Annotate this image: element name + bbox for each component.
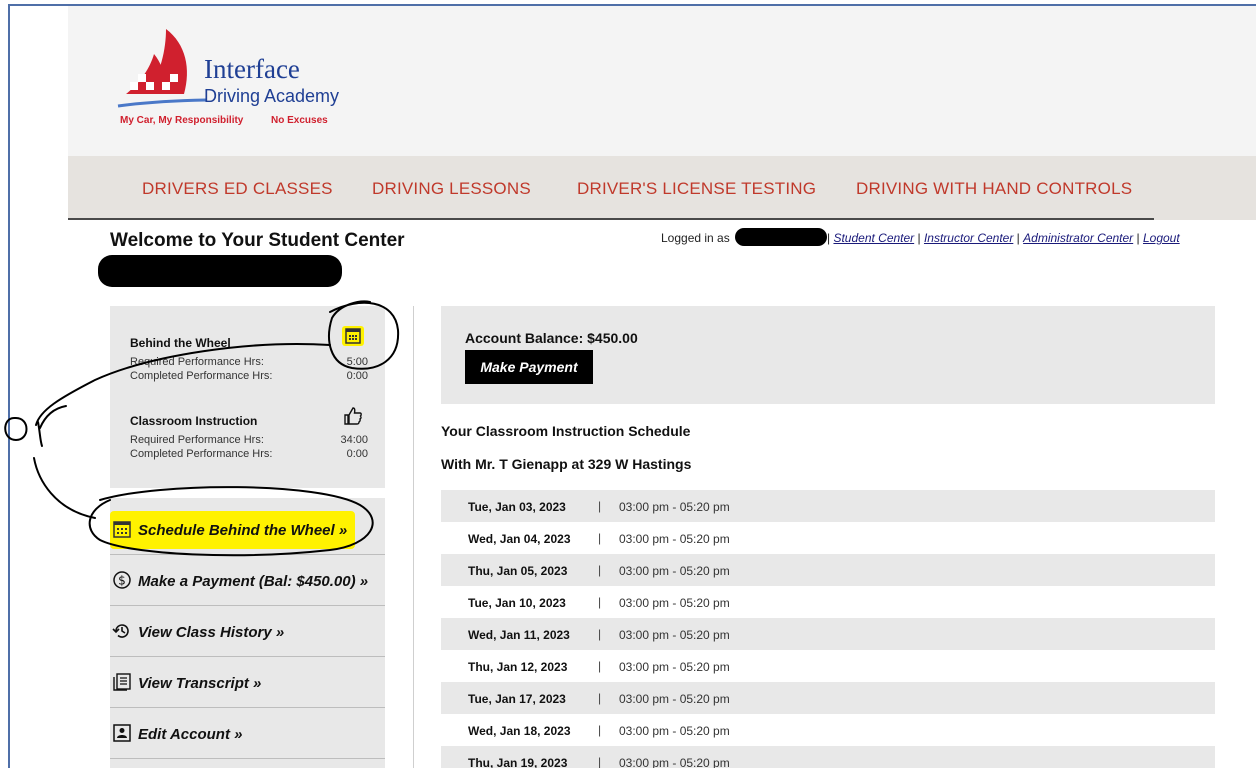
row-separator: |	[598, 691, 602, 705]
btw-completed-label: Completed Performance Hrs:	[130, 370, 273, 382]
view-transcript-label: View Transcript »	[138, 675, 262, 692]
row-separator: |	[598, 499, 602, 513]
view-transcript-link[interactable]: View Transcript »	[110, 658, 385, 708]
svg-text:$: $	[118, 574, 126, 588]
thumbs-up-icon	[343, 406, 363, 426]
session-time: 03:00 pm - 05:20 pm	[619, 756, 730, 768]
make-payment-button[interactable]: Make Payment	[465, 350, 593, 384]
schedule-table: Tue, Jan 03, 2023 | 03:00 pm - 05:20 pm We…	[441, 490, 1215, 768]
student-center-link[interactable]: Student Center	[833, 231, 914, 245]
schedule-title: Your Classroom Instruction Schedule	[441, 423, 691, 439]
table-row: Wed, Jan 11, 2023 | 03:00 pm - 05:20 pm	[441, 618, 1215, 650]
nav-driving-lessons[interactable]: DRIVING LESSONS	[372, 179, 531, 199]
row-separator: |	[598, 531, 602, 545]
row-separator: |	[598, 595, 602, 609]
sail-logo-icon	[117, 29, 206, 108]
transcript-icon	[113, 673, 131, 691]
edit-account-link[interactable]: Edit Account »	[110, 709, 385, 759]
session-date: Wed, Jan 04, 2023	[468, 532, 571, 546]
row-separator: |	[598, 723, 602, 737]
session-date: Wed, Jan 18, 2023	[468, 724, 571, 738]
sidebar-nav: Schedule Behind the Wheel » $ Make a Pay…	[110, 498, 385, 768]
session-time: 03:00 pm - 05:20 pm	[619, 500, 730, 514]
classroom-completed-label: Completed Performance Hrs:	[130, 448, 273, 460]
dollar-circle-icon: $	[113, 571, 131, 589]
row-separator: |	[598, 755, 602, 768]
session-date: Thu, Jan 12, 2023	[468, 660, 568, 674]
session-date: Thu, Jan 05, 2023	[468, 564, 568, 578]
account-balance: Account Balance: $450.00	[465, 330, 638, 346]
nav-driving-with-hand-controls[interactable]: DRIVING WITH HAND CONTROLS	[856, 179, 1132, 199]
session-date: Wed, Jan 11, 2023	[468, 628, 570, 642]
session-time: 03:00 pm - 05:20 pm	[619, 724, 730, 738]
calendar-icon[interactable]	[342, 326, 364, 346]
schedule-subtitle: With Mr. T Gienapp at 329 W Hastings	[441, 456, 692, 472]
account-links: | Student Center | Instructor Center | A…	[827, 231, 1180, 245]
session-time: 03:00 pm - 05:20 pm	[619, 692, 730, 706]
btw-title: Behind the Wheel	[130, 336, 231, 350]
session-date: Tue, Jan 10, 2023	[468, 596, 566, 610]
redacted-username	[735, 228, 827, 246]
table-row: Tue, Jan 10, 2023 | 03:00 pm - 05:20 pm	[441, 586, 1215, 618]
edit-account-label: Edit Account »	[138, 726, 243, 743]
session-date: Tue, Jan 17, 2023	[468, 692, 566, 706]
page-title: Welcome to Your Student Center	[110, 230, 405, 251]
nav-drivers-license-testing[interactable]: DRIVER'S LICENSE TESTING	[577, 179, 816, 199]
calendar-icon	[113, 521, 131, 538]
account-card-icon	[113, 724, 131, 742]
brand-tagline-2: No Excuses	[271, 115, 328, 126]
brand-tagline-1: My Car, My Responsibility	[120, 115, 244, 126]
row-separator: |	[598, 627, 602, 641]
view-class-history-link[interactable]: View Class History »	[110, 607, 385, 657]
table-row: Tue, Jan 17, 2023 | 03:00 pm - 05:20 pm	[441, 682, 1215, 714]
view-class-history-label: View Class History »	[138, 624, 285, 641]
brand-name: Interface	[204, 54, 300, 84]
logout-link[interactable]: Logout	[1143, 231, 1180, 245]
brand-subtitle: Driving Academy	[204, 86, 340, 106]
session-time: 03:00 pm - 05:20 pm	[619, 596, 730, 610]
schedule-behind-the-wheel-label: Schedule Behind the Wheel »	[138, 522, 348, 539]
table-row: Wed, Jan 18, 2023 | 03:00 pm - 05:20 pm	[441, 714, 1215, 746]
session-time: 03:00 pm - 05:20 pm	[619, 564, 730, 578]
row-separator: |	[598, 563, 602, 577]
history-icon	[112, 624, 129, 638]
column-divider	[413, 306, 414, 768]
nav-underline	[68, 218, 1154, 220]
session-time: 03:00 pm - 05:20 pm	[619, 532, 730, 546]
redacted-name	[98, 255, 342, 287]
administrator-center-link[interactable]: Administrator Center	[1023, 231, 1133, 245]
table-row: Wed, Jan 04, 2023 | 03:00 pm - 05:20 pm	[441, 522, 1215, 554]
logo[interactable]: Interface Driving Academy My Car, My Res…	[116, 24, 346, 134]
btw-required-label: Required Performance Hrs:	[130, 356, 264, 368]
logged-in-label: Logged in as	[661, 231, 730, 245]
table-row: Tue, Jan 03, 2023 | 03:00 pm - 05:20 pm	[441, 490, 1215, 522]
site-header: Interface Driving Academy My Car, My Res…	[68, 6, 1256, 156]
session-time: 03:00 pm - 05:20 pm	[619, 628, 730, 642]
row-separator: |	[598, 659, 602, 673]
instructor-center-link[interactable]: Instructor Center	[924, 231, 1013, 245]
table-row: Thu, Jan 19, 2023 | 03:00 pm - 05:20 pm	[441, 746, 1215, 768]
nav-drivers-ed-classes[interactable]: DRIVERS ED CLASSES	[142, 179, 333, 199]
make-a-payment-link[interactable]: $ Make a Payment (Bal: $450.00) »	[110, 556, 385, 606]
btw-required-value: 5:00	[346, 356, 368, 368]
table-row: Thu, Jan 12, 2023 | 03:00 pm - 05:20 pm	[441, 650, 1215, 682]
session-time: 03:00 pm - 05:20 pm	[619, 660, 730, 674]
schedule-behind-the-wheel-link[interactable]: Schedule Behind the Wheel »	[110, 505, 385, 555]
hours-summary: Behind the Wheel Required Performance Hr…	[110, 306, 385, 488]
btw-completed-value: 0:00	[346, 370, 368, 382]
table-row: Thu, Jan 05, 2023 | 03:00 pm - 05:20 pm	[441, 554, 1215, 586]
classroom-completed-value: 0:00	[346, 448, 368, 460]
classroom-title: Classroom Instruction	[130, 414, 258, 428]
make-a-payment-label: Make a Payment (Bal: $450.00) »	[138, 573, 369, 590]
classroom-required-value: 34:00	[340, 434, 368, 446]
classroom-required-label: Required Performance Hrs:	[130, 434, 264, 446]
session-date: Thu, Jan 19, 2023	[468, 756, 568, 768]
session-date: Tue, Jan 03, 2023	[468, 500, 566, 514]
